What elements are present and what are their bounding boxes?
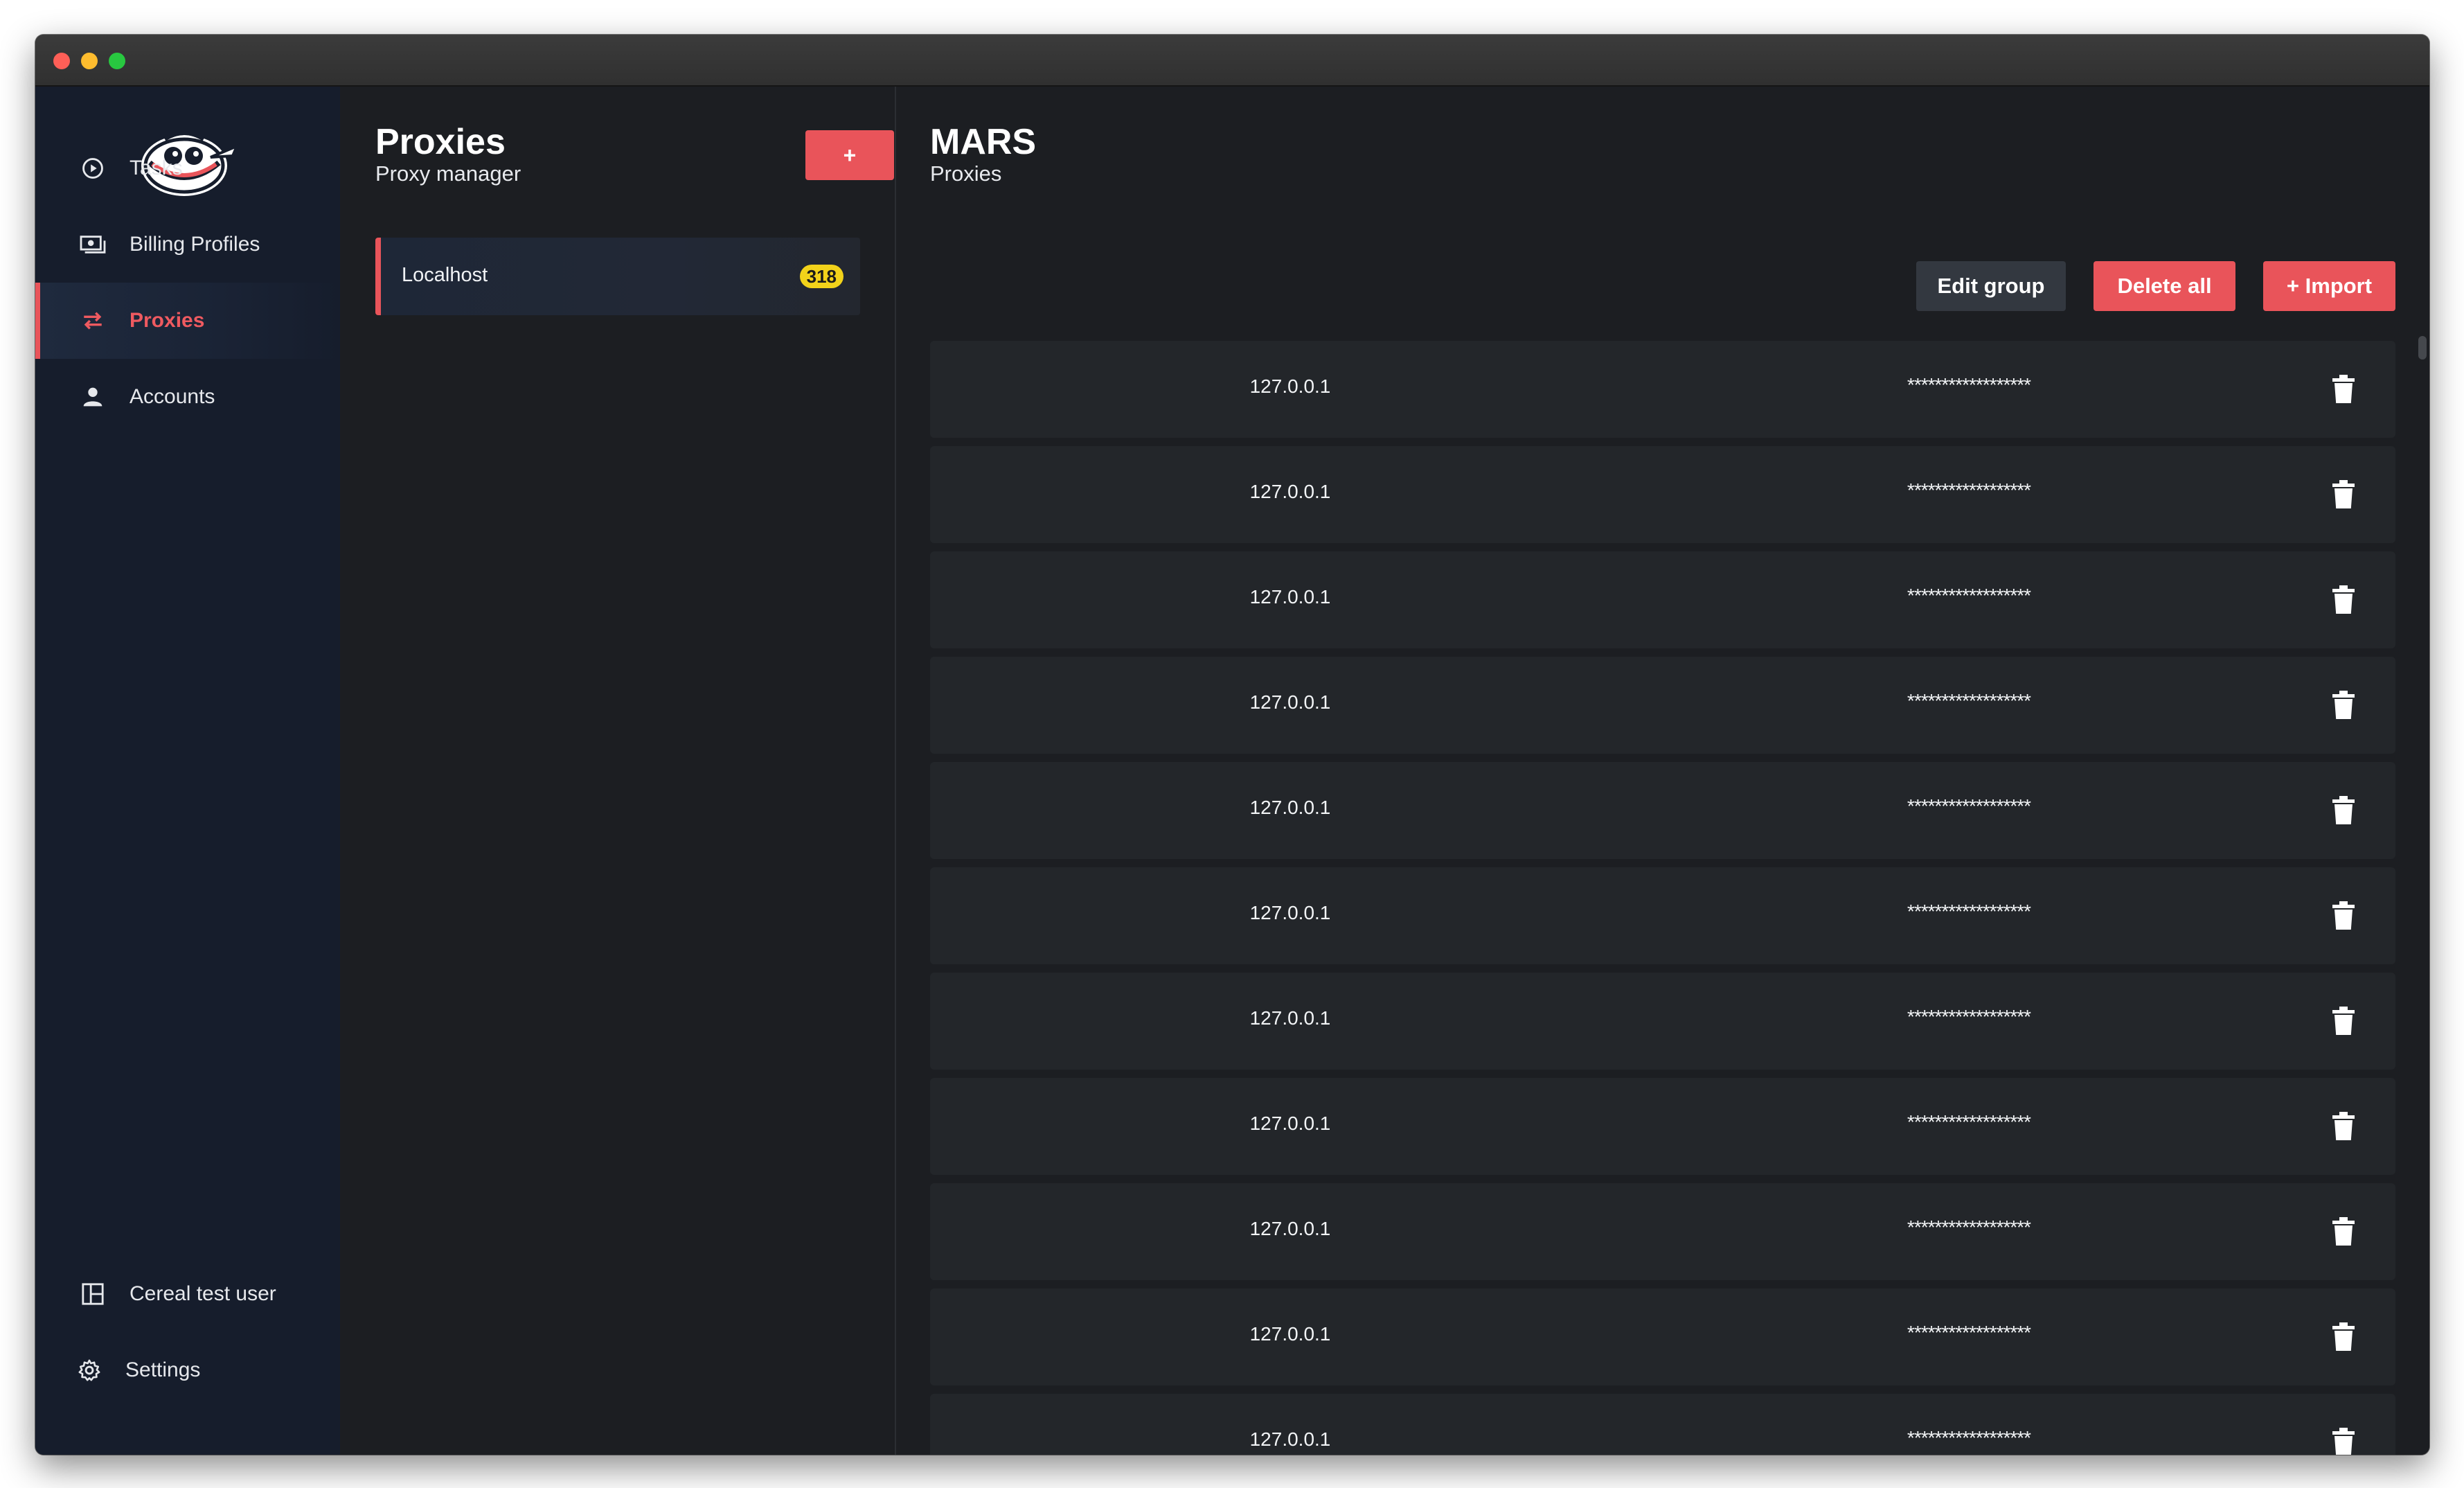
sidebar: Tasks Billing Profiles Proxies Accounts [35,87,340,1455]
delete-all-button[interactable]: Delete all [2093,261,2235,311]
edit-group-button[interactable]: Edit group [1916,261,2066,311]
trash-icon[interactable] [2331,690,2356,720]
sidebar-item-user[interactable]: Cereal test user [35,1256,340,1332]
proxy-ip: 127.0.0.1 [1249,586,1331,608]
trash-icon[interactable] [2331,901,2356,931]
scrollbar-thumb[interactable] [2418,336,2427,360]
proxy-password: ****************** [1907,374,2031,396]
maximize-window-button[interactable] [109,53,125,69]
minimize-window-button[interactable] [81,53,98,69]
trash-icon[interactable] [2331,1322,2356,1352]
sidebar-item-proxies[interactable]: Proxies [35,283,340,359]
sidebar-item-label: Accounts [130,385,215,408]
sidebar-item-billing-profiles[interactable]: Billing Profiles [35,206,340,283]
proxy-row: 127.0.0.1 ****************** [930,341,2395,438]
group-subtitle: Proxies [930,161,1002,186]
title-bar [35,35,2429,87]
proxy-password: ****************** [1907,585,2031,606]
import-button[interactable]: + Import [2263,261,2395,311]
proxy-row: 127.0.0.1 ****************** [930,551,2395,648]
proxy-list-panel: MARS Proxies Edit group Delete all + Imp… [896,87,2429,1455]
page-title: Proxies [375,122,506,162]
proxy-ip: 127.0.0.1 [1249,481,1331,502]
proxy-ip: 127.0.0.1 [1249,1007,1331,1029]
proxy-ip: 127.0.0.1 [1249,1323,1331,1345]
proxy-row: 127.0.0.1 ****************** [930,1183,2395,1280]
proxy-row: 127.0.0.1 ****************** [930,1078,2395,1175]
proxy-ip: 127.0.0.1 [1249,691,1331,713]
trash-icon[interactable] [2331,1427,2356,1455]
proxy-password: ****************** [1907,1427,2031,1449]
proxy-ip: 127.0.0.1 [1249,1218,1331,1239]
trash-icon[interactable] [2331,795,2356,826]
proxy-password: ****************** [1907,1111,2031,1133]
proxy-password: ****************** [1907,1322,2031,1343]
swap-arrows-icon [79,307,107,335]
page-subtitle: Proxy manager [375,161,521,186]
proxy-ip: 127.0.0.1 [1249,797,1331,818]
proxy-ip: 127.0.0.1 [1249,375,1331,397]
trash-icon[interactable] [2331,585,2356,615]
proxy-count-badge: 318 [799,265,843,288]
sidebar-item-label: Billing Profiles [130,233,260,256]
proxy-password: ****************** [1907,1216,2031,1238]
proxy-ip: 127.0.0.1 [1249,1113,1331,1134]
proxy-row: 127.0.0.1 ****************** [930,446,2395,543]
person-icon [79,383,107,411]
proxy-row: 127.0.0.1 ****************** [930,973,2395,1070]
proxy-row: 127.0.0.1 ****************** [930,657,2395,754]
proxy-password: ****************** [1907,479,2031,501]
gear-icon [75,1356,103,1384]
sidebar-item-tasks[interactable]: Tasks [35,130,340,206]
proxy-row: 127.0.0.1 ****************** [930,762,2395,859]
add-group-button[interactable]: + [805,130,894,180]
proxy-password: ****************** [1907,1006,2031,1027]
close-window-button[interactable] [53,53,70,69]
app-window: Tasks Billing Profiles Proxies Accounts [35,35,2429,1455]
trash-icon[interactable] [2331,1216,2356,1247]
group-item-localhost[interactable]: Localhost 318 [375,238,860,315]
sidebar-item-settings[interactable]: Settings [35,1332,340,1408]
sidebar-item-accounts[interactable]: Accounts [35,359,340,435]
sidebar-item-label: Proxies [130,309,205,332]
play-circle-icon [79,154,107,182]
group-title: MARS [930,122,1037,162]
proxy-password: ****************** [1907,795,2031,817]
proxy-ip: 127.0.0.1 [1249,1428,1331,1450]
trash-icon[interactable] [2331,1006,2356,1036]
proxy-row: 127.0.0.1 ****************** [930,867,2395,964]
sidebar-item-label: Settings [125,1358,201,1381]
proxy-password: ****************** [1907,690,2031,711]
sidebar-item-label: Tasks [130,157,183,179]
proxy-row: 127.0.0.1 ****************** [930,1288,2395,1385]
dashboard-icon [79,1280,107,1308]
trash-icon[interactable] [2331,374,2356,405]
trash-icon[interactable] [2331,1111,2356,1142]
group-name: Localhost [402,264,488,286]
proxy-password: ****************** [1907,901,2031,922]
proxy-ip: 127.0.0.1 [1249,902,1331,923]
money-icon [79,231,107,258]
proxy-groups-panel: Proxies Proxy manager + Localhost 318 [340,87,896,1455]
sidebar-item-label: Cereal test user [130,1282,276,1305]
trash-icon[interactable] [2331,479,2356,510]
proxy-row: 127.0.0.1 ****************** [930,1394,2395,1455]
